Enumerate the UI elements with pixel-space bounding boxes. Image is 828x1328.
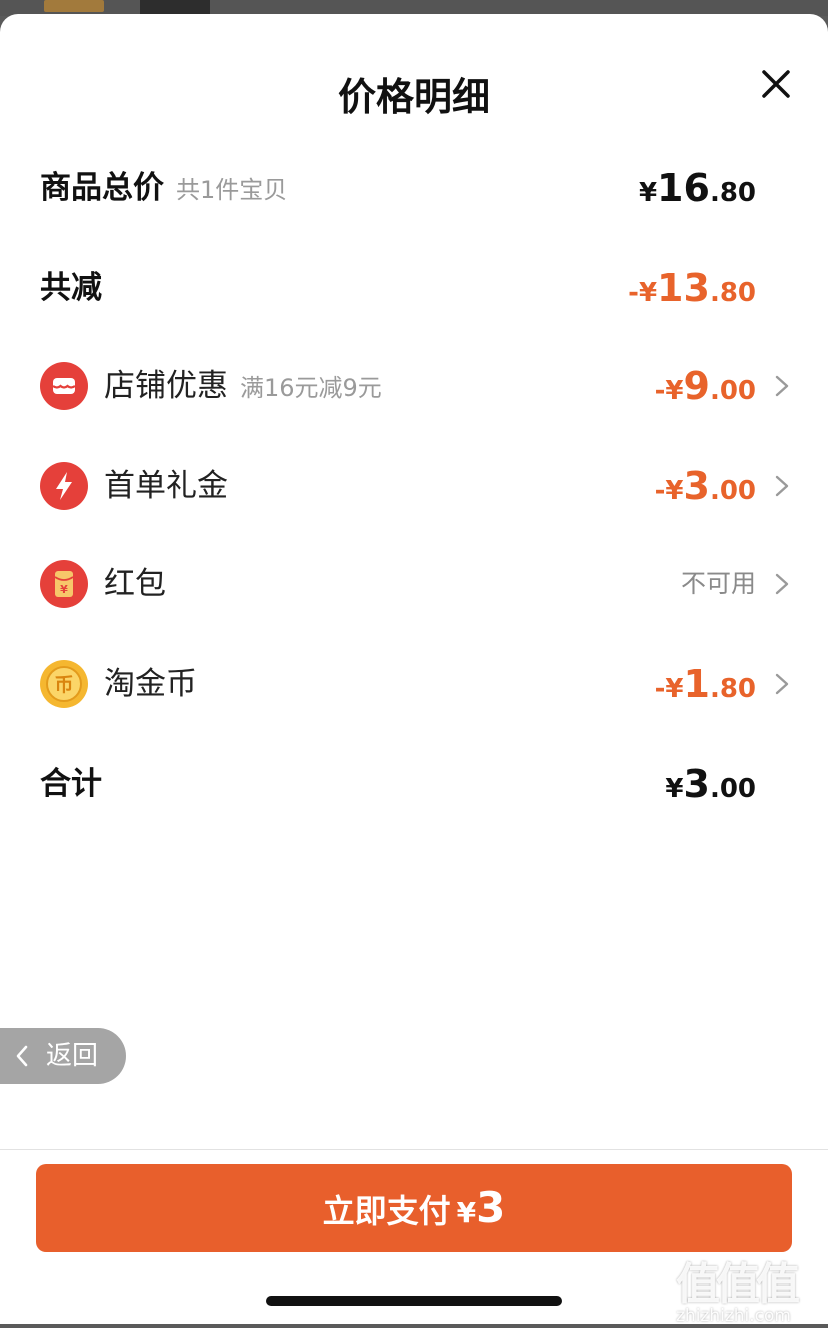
amount-integer: 3 xyxy=(683,762,710,806)
gold-coin-row[interactable]: 币 淘金币 -¥1.80 xyxy=(0,654,828,714)
currency-symbol: -¥ xyxy=(654,476,684,506)
first-order-gift-row[interactable]: 首单礼金 -¥3.00 xyxy=(0,456,828,516)
red-packet-glyph: ¥ xyxy=(60,583,68,596)
amount-decimal: .00 xyxy=(709,476,756,506)
total-discount-row: 共减 -¥13.80 xyxy=(0,258,828,318)
red-packet-row[interactable]: ¥ 红包 不可用 xyxy=(0,554,828,614)
home-indicator xyxy=(266,1296,562,1306)
pay-currency: ¥ xyxy=(456,1196,477,1229)
total-discount-amount: -¥13.80 xyxy=(628,258,756,326)
gold-coin-amount: -¥1.80 xyxy=(655,654,756,722)
amount-integer: 13 xyxy=(657,266,710,310)
lightning-icon xyxy=(40,462,88,510)
watermark-url: zhizhizhi.com xyxy=(676,1306,791,1326)
store-discount-row[interactable]: 店铺优惠 满16元减9元 -¥9.00 xyxy=(0,356,828,416)
chevron-right-icon xyxy=(775,673,789,695)
store-discount-rule: 满16元减9元 xyxy=(240,374,382,402)
close-icon xyxy=(762,70,790,98)
background-thumbnail xyxy=(44,0,104,12)
chevron-right-icon xyxy=(775,475,789,497)
subtotal-amount: ¥16.80 xyxy=(639,158,756,226)
amount-integer: 9 xyxy=(683,364,710,408)
currency-symbol: ¥ xyxy=(665,774,684,804)
first-order-gift-amount: -¥3.00 xyxy=(655,456,756,524)
pay-now-button[interactable]: 立即支付 ¥3 xyxy=(36,1164,792,1252)
currency-symbol: ¥ xyxy=(638,178,658,208)
subtotal-label-text: 商品总价 xyxy=(40,170,164,206)
amount-integer: 3 xyxy=(683,464,710,508)
red-packet-label: 红包 xyxy=(104,566,166,602)
gold-coin-glyph: 币 xyxy=(54,674,73,696)
total-amount: ¥3.00 xyxy=(665,754,756,822)
back-button-label: 返回 xyxy=(46,1041,99,1071)
total-label: 合计 xyxy=(40,766,102,802)
amount-decimal: .80 xyxy=(709,178,756,208)
gold-coin-icon: 币 xyxy=(40,660,88,708)
back-button[interactable]: 返回 xyxy=(0,1028,126,1084)
first-order-gift-label: 首单礼金 xyxy=(104,468,228,504)
amount-decimal: .80 xyxy=(709,674,756,704)
close-button[interactable] xyxy=(758,66,794,102)
amount-decimal: .00 xyxy=(709,376,756,406)
price-detail-sheet: 价格明细 商品总价 共1件宝贝 ¥16.80 共减 -¥13.80 店铺优惠 满16… xyxy=(0,14,828,1326)
subtotal-row: 商品总价 共1件宝贝 ¥16.80 xyxy=(0,158,828,218)
chevron-right-icon xyxy=(775,573,789,595)
chevron-left-icon xyxy=(16,1045,28,1067)
chevron-right-icon xyxy=(775,375,789,397)
red-packet-status: 不可用 xyxy=(680,569,756,598)
sheet-title: 价格明细 xyxy=(337,75,490,119)
store-discount-amount: -¥9.00 xyxy=(655,356,756,424)
watermark-logo: 值值值 xyxy=(676,1259,800,1310)
currency-symbol: -¥ xyxy=(654,376,684,406)
watermark: 值值值 zhizhizhi.com xyxy=(676,1248,822,1328)
item-count-note: 共1件宝贝 xyxy=(176,176,288,204)
store-discount-label-text: 店铺优惠 xyxy=(104,368,228,404)
pay-now-label: 立即支付 xyxy=(322,1192,451,1230)
subtotal-label: 商品总价 共1件宝贝 xyxy=(40,158,287,220)
footer-divider xyxy=(0,1149,828,1150)
amount-integer: 16 xyxy=(657,166,710,210)
gold-coin-label: 淘金币 xyxy=(104,666,197,702)
currency-symbol: -¥ xyxy=(654,674,684,704)
amount-decimal: .00 xyxy=(709,774,756,804)
total-row: 合计 ¥3.00 xyxy=(0,754,828,814)
red-packet-icon: ¥ xyxy=(40,560,88,608)
store-discount-label: 店铺优惠 满16元减9元 xyxy=(104,356,382,418)
currency-symbol: -¥ xyxy=(628,278,658,308)
store-coupon-icon xyxy=(40,362,88,410)
amount-integer: 1 xyxy=(683,662,710,706)
total-discount-label: 共减 xyxy=(40,270,102,306)
amount-decimal: .80 xyxy=(709,278,756,308)
pay-amount: 3 xyxy=(476,1183,506,1232)
